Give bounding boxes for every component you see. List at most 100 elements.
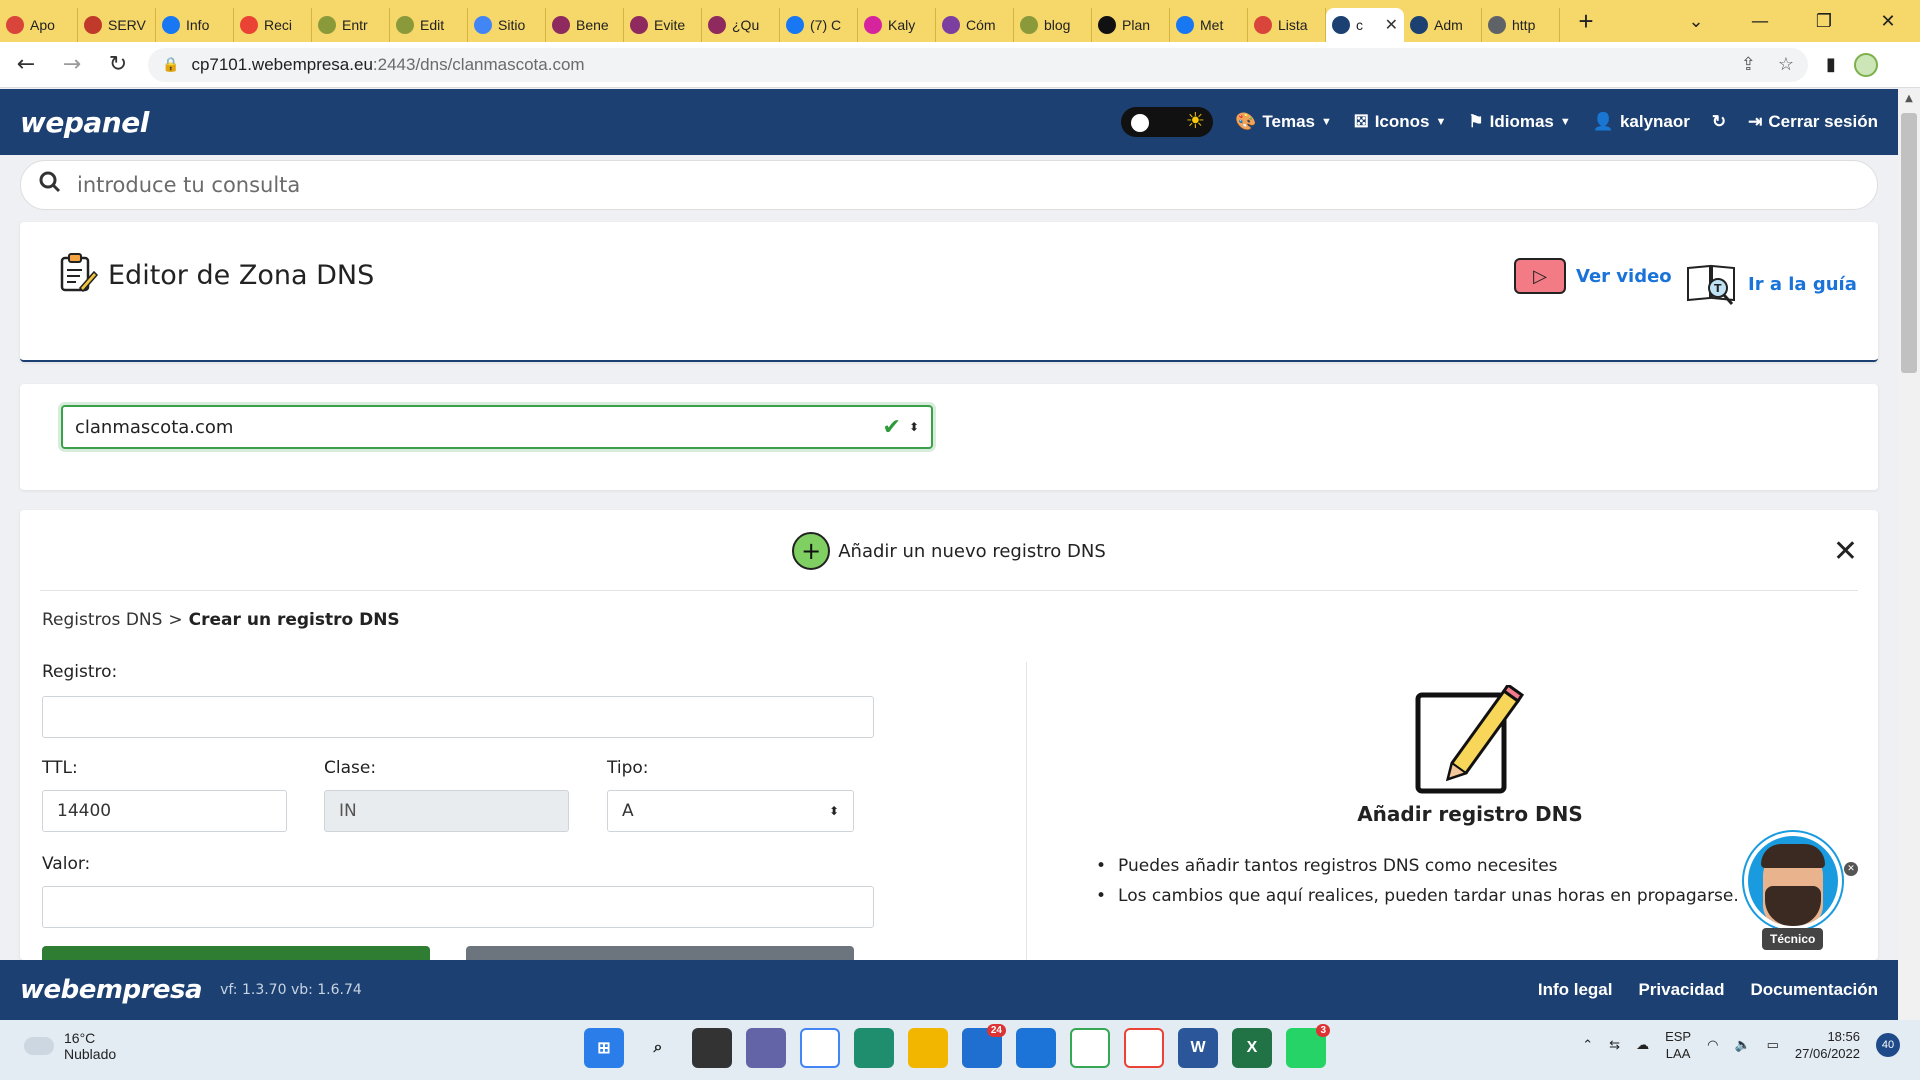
guide-link[interactable]: T Ir a la guía <box>1686 258 1857 310</box>
header-menu-item[interactable]: ⇥ Cerrar sesión <box>1748 112 1878 132</box>
clase-label: Clase: <box>324 758 377 778</box>
new-tab-button[interactable]: + <box>1566 6 1606 37</box>
teams-icon[interactable] <box>746 1028 786 1068</box>
weather-widget[interactable]: 16°C Nublado <box>24 1030 116 1062</box>
onedrive-icon[interactable]: ☁ <box>1636 1037 1649 1053</box>
forward-button[interactable]: → <box>52 45 92 85</box>
browser-tab[interactable]: SERV <box>78 8 156 42</box>
footer-link-info-legal[interactable]: Info legal <box>1538 980 1613 1000</box>
footer-link-documentacion[interactable]: Documentación <box>1750 980 1878 1000</box>
browser-tab[interactable]: (7) C <box>780 8 858 42</box>
page-scrollbar[interactable]: ▲ <box>1898 89 1920 1019</box>
word-icon[interactable]: W <box>1178 1028 1218 1068</box>
notification-badge[interactable]: 40 <box>1876 1033 1900 1057</box>
reload-button[interactable]: ↻ <box>98 45 138 85</box>
header-menu-item[interactable]: 👤 kalynaor <box>1593 112 1690 132</box>
browser-tab[interactable]: Edit <box>390 8 468 42</box>
search-input[interactable] <box>77 173 1777 197</box>
browser-tab[interactable]: Sitio <box>468 8 546 42</box>
wepanel-logo[interactable]: wepanel <box>20 106 149 139</box>
browser-tab[interactable]: Cóm <box>936 8 1014 42</box>
mail-icon[interactable]: 24 <box>962 1024 1006 1068</box>
page-title: Editor de Zona DNS <box>108 260 375 291</box>
volume-icon[interactable]: 🔈 <box>1734 1037 1750 1053</box>
select-arrows-icon: ⬍ <box>908 420 919 434</box>
minimize-button[interactable]: — <box>1728 0 1792 42</box>
valor-input[interactable] <box>42 886 874 928</box>
video-link[interactable]: ▷ Ver video <box>1514 258 1672 294</box>
domain-select[interactable]: clanmascota.com ✔ ⬍ <box>61 405 933 449</box>
browser-tab[interactable]: ¿Qu <box>702 8 780 42</box>
header-menu-item[interactable]: ⚄ Iconos ▼ <box>1354 112 1446 132</box>
header-menu-item[interactable]: ⚑ Idiomas ▼ <box>1468 112 1570 132</box>
tab-favicon-icon <box>84 16 102 34</box>
support-chat-widget[interactable]: ✕ Técnico <box>1744 832 1858 957</box>
clock[interactable]: 18:56 27/06/2022 <box>1795 1028 1860 1062</box>
messenger-icon[interactable] <box>1016 1028 1056 1068</box>
tab-favicon-icon <box>318 16 336 34</box>
side-panel-icon[interactable]: ▮ <box>1826 54 1836 75</box>
browser-tab[interactable]: http <box>1482 8 1560 42</box>
share-icon[interactable]: ⇪ <box>1741 54 1756 75</box>
language-indicator[interactable]: ESP LAA <box>1665 1028 1691 1062</box>
back-button[interactable]: ← <box>6 45 46 85</box>
flag-icon: ⚑ <box>1468 112 1484 131</box>
theme-toggle[interactable]: ☀ <box>1121 107 1214 137</box>
registro-input[interactable] <box>42 696 874 738</box>
excel-icon[interactable]: X <box>1232 1028 1272 1068</box>
domain-select-value: clanmascota.com <box>75 416 234 438</box>
network-icon[interactable]: ⇆ <box>1609 1037 1620 1053</box>
whatsapp-icon[interactable]: 3 <box>1286 1024 1330 1068</box>
scroll-thumb[interactable] <box>1901 113 1917 373</box>
browser-tab[interactable]: Plan <box>1092 8 1170 42</box>
start-icon[interactable]: ⊞ <box>584 1028 624 1068</box>
browser-tab[interactable]: Kaly <box>858 8 936 42</box>
edge-icon[interactable] <box>854 1028 894 1068</box>
task-view-icon[interactable] <box>692 1028 732 1068</box>
close-window-button[interactable]: ✕ <box>1856 0 1920 42</box>
tab-favicon-icon <box>1410 16 1428 34</box>
submit-button[interactable] <box>42 946 430 960</box>
support-avatar[interactable] <box>1744 832 1842 930</box>
browser-tab[interactable]: Bene <box>546 8 624 42</box>
browser-tab[interactable]: Evite <box>624 8 702 42</box>
search-taskbar-icon[interactable]: ⌕ <box>638 1028 678 1068</box>
footer-link-privacidad[interactable]: Privacidad <box>1638 980 1724 1000</box>
address-bar[interactable]: 🔒 cp7101.webempresa.eu:2443/dns/clanmasc… <box>148 47 1808 82</box>
browser-tab[interactable]: Reci <box>234 8 312 42</box>
scroll-up-icon[interactable]: ▲ <box>1898 89 1920 109</box>
header-menu-item[interactable]: ↻ <box>1712 112 1726 132</box>
wifi-icon[interactable]: ◠ <box>1707 1037 1718 1053</box>
file-explorer-icon[interactable] <box>908 1028 948 1068</box>
cancel-button[interactable] <box>466 946 854 960</box>
os-taskbar: 16°C Nublado ⊞ ⌕ 24 W X 3 ⌃ ⇆ ☁ ESP LAA … <box>0 1020 1920 1080</box>
browser-tab[interactable]: Adm <box>1404 8 1482 42</box>
battery-icon[interactable]: ▭ <box>1767 1037 1779 1053</box>
profile-avatar[interactable] <box>1853 52 1878 77</box>
tab-search-icon[interactable]: ⌄ <box>1664 0 1728 42</box>
ttl-input[interactable]: 14400 <box>42 790 287 832</box>
bookmark-star-icon[interactable]: ☆ <box>1778 54 1794 75</box>
tipo-select[interactable]: A ⬍ <box>607 790 854 832</box>
avatar-beard <box>1765 886 1821 926</box>
browser-tab[interactable]: Lista <box>1248 8 1326 42</box>
close-chat-icon[interactable]: ✕ <box>1844 862 1858 876</box>
chrome-profile-icon[interactable] <box>1070 1028 1110 1068</box>
browser-tab[interactable]: Apo <box>0 8 78 42</box>
browser-tab[interactable]: Info <box>156 8 234 42</box>
browser-tab[interactable]: blog <box>1014 8 1092 42</box>
header-menu-item[interactable]: 🎨 Temas ▼ <box>1235 112 1332 132</box>
browser-tab[interactable]: Entr <box>312 8 390 42</box>
app-header: wepanel ☀ 🎨 Temas ▼ ⚄ Iconos ▼ ⚑ Idiomas ▼ 👤 kalyn… <box>0 89 1898 155</box>
chrome-icon[interactable] <box>800 1028 840 1068</box>
breadcrumb-root[interactable]: Registros DNS <box>42 610 162 630</box>
tab-favicon-icon <box>162 16 180 34</box>
close-icon[interactable]: ✕ <box>1833 534 1858 569</box>
webempresa-logo[interactable]: webempresa <box>20 975 203 1005</box>
browser-tab[interactable]: Met <box>1170 8 1248 42</box>
browser-tab[interactable]: c ✕ <box>1326 8 1404 42</box>
chrome-profile-2-icon[interactable] <box>1124 1028 1164 1068</box>
close-tab-icon[interactable]: ✕ <box>1385 15 1398 35</box>
maximize-button[interactable]: ❐ <box>1792 0 1856 42</box>
chevron-up-icon[interactable]: ⌃ <box>1582 1037 1593 1053</box>
